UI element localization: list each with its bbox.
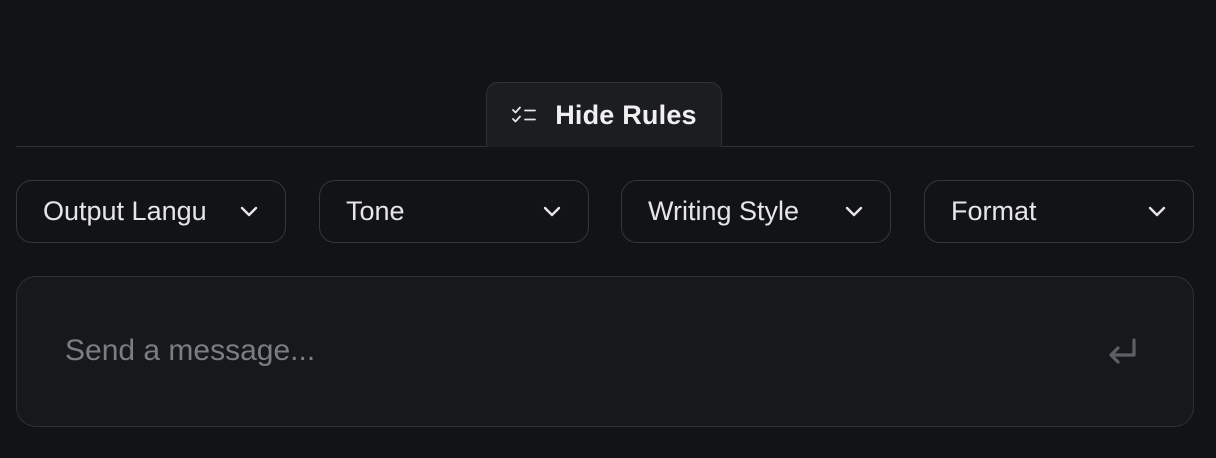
message-composer bbox=[16, 276, 1194, 427]
chevron-down-icon bbox=[1147, 206, 1167, 218]
output-language-dropdown[interactable]: Output Langu bbox=[16, 180, 286, 243]
chevron-down-icon bbox=[542, 206, 562, 218]
tone-dropdown[interactable]: Tone bbox=[319, 180, 589, 243]
chevron-down-icon bbox=[239, 206, 259, 218]
message-input[interactable] bbox=[65, 327, 1045, 375]
chevron-down-icon bbox=[844, 206, 864, 218]
writing-style-label: Writing Style bbox=[648, 196, 800, 226]
format-label: Format bbox=[951, 196, 1037, 226]
writing-style-dropdown[interactable]: Writing Style bbox=[621, 180, 891, 243]
hide-rules-button[interactable]: Hide Rules bbox=[486, 82, 722, 147]
output-language-label: Output Langu bbox=[43, 196, 207, 226]
checklist-icon bbox=[511, 105, 537, 125]
hide-rules-label: Hide Rules bbox=[555, 99, 697, 130]
tone-label: Tone bbox=[346, 196, 405, 226]
format-dropdown[interactable]: Format bbox=[924, 180, 1194, 243]
enter-return-icon bbox=[1106, 337, 1140, 369]
send-button[interactable] bbox=[1103, 333, 1143, 373]
